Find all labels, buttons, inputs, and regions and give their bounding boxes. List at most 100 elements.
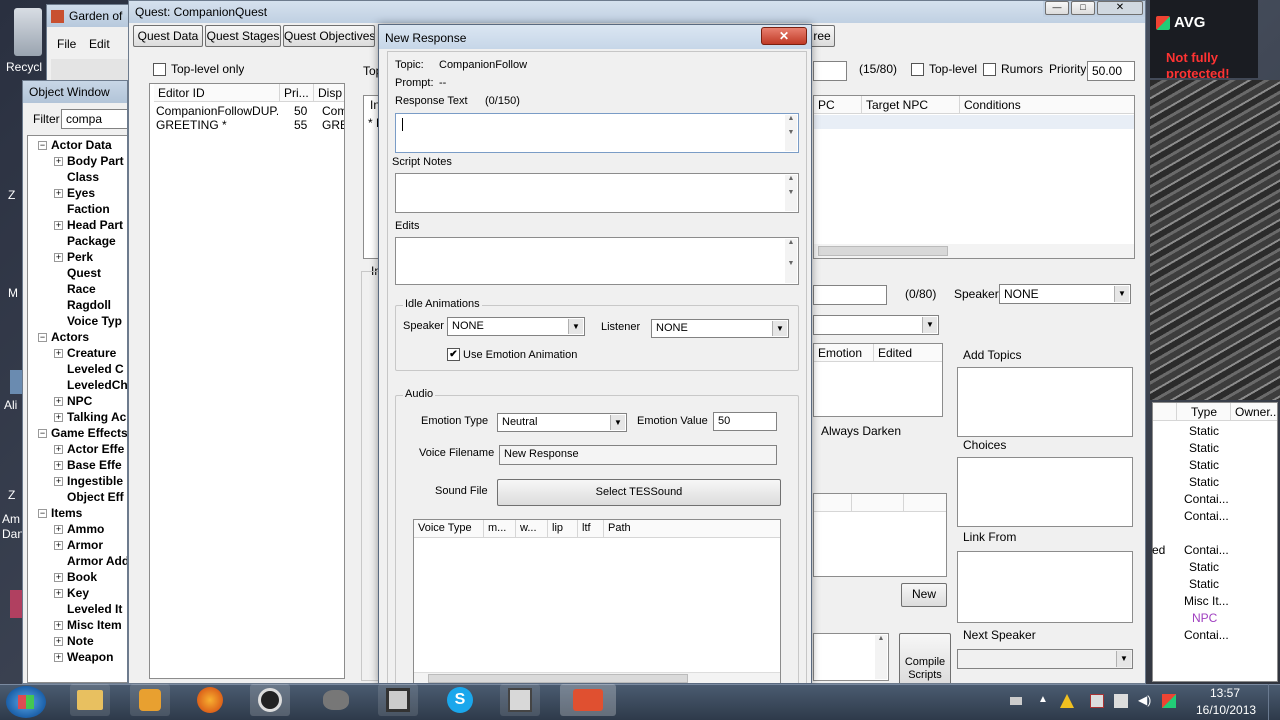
rumors-checkbox[interactable] [983, 63, 996, 76]
tab-topics[interactable]: ree [809, 25, 835, 47]
column-header[interactable]: Editor ID [154, 84, 280, 102]
collapse-icon[interactable]: − [38, 429, 47, 439]
response-text-field-fragment[interactable] [813, 285, 887, 305]
clock-time[interactable]: 13:57 [1210, 686, 1240, 700]
tree-item[interactable]: − Actor Data [38, 138, 112, 154]
close-button[interactable]: ✕ [761, 27, 807, 45]
compile-scripts-button[interactable]: Compile Scripts [899, 633, 951, 683]
column-header[interactable]: ltf [578, 520, 604, 538]
tree-item[interactable]: + Note [54, 634, 94, 650]
filter-input[interactable]: compa [61, 109, 127, 129]
use-emotion-animation-checkbox[interactable]: ✔ [447, 348, 460, 361]
edits-input[interactable]: ▲ ▼ [395, 237, 799, 285]
column-header[interactable]: Emotion [814, 344, 874, 362]
maximize-button[interactable]: □ [1071, 1, 1095, 15]
object-tree[interactable]: − Actor Data + Body Part Class + Eyes Faction + H… [27, 135, 127, 683]
recycle-bin-icon[interactable] [14, 8, 42, 56]
tree-item[interactable]: + Ingestible [54, 474, 123, 490]
tree-item[interactable]: + NPC [54, 394, 92, 410]
tree-item[interactable]: Quest [54, 266, 101, 282]
column-header[interactable]: Target NPC [862, 96, 960, 114]
expand-icon[interactable]: + [54, 413, 63, 423]
tree-item[interactable]: − Actors [38, 330, 89, 346]
tree-item[interactable]: Voice Typ [54, 314, 122, 330]
voice-type-list[interactable]: Voice Type m... w... lip ltf Path [413, 519, 781, 683]
toolbox-icon[interactable] [560, 684, 616, 716]
expand-icon[interactable]: + [54, 589, 63, 599]
column-header[interactable]: Type [1177, 403, 1231, 421]
firefox-icon[interactable] [190, 684, 230, 716]
column-header[interactable]: m... [484, 520, 516, 538]
emotion-value-input[interactable]: 50 [713, 412, 777, 431]
column-header[interactable]: w... [516, 520, 548, 538]
media-player-icon[interactable] [130, 684, 170, 716]
script-box[interactable]: ▲ [813, 633, 889, 681]
column-header[interactable]: lip [548, 520, 578, 538]
object-window[interactable]: Object Window Filter compa − Actor Data + B… [22, 80, 128, 684]
tree-item[interactable]: + Misc Item [54, 618, 122, 634]
tree-item[interactable]: − Game Effects [38, 426, 127, 442]
expand-icon[interactable]: + [54, 525, 63, 535]
collapse-icon[interactable]: − [38, 333, 47, 343]
tree-item[interactable]: + Base Effe [54, 458, 122, 474]
script-notes-input[interactable]: ▲ ▼ [395, 173, 799, 213]
tree-item[interactable]: + Eyes [54, 186, 95, 202]
topic-id[interactable]: GREETING * [156, 118, 227, 132]
select-tessound-button[interactable]: Select TESSound [497, 479, 781, 506]
tree-item[interactable]: Faction [54, 202, 110, 218]
menu-file[interactable]: File [57, 37, 76, 51]
topic-text-field[interactable] [813, 61, 847, 81]
clock-date[interactable]: 16/10/2013 [1196, 703, 1256, 717]
horizontal-scrollbar[interactable] [814, 244, 1134, 258]
link-from-list[interactable] [957, 551, 1133, 623]
speaker-select[interactable]: NONE ▼ [447, 317, 585, 336]
utility-icon[interactable] [500, 684, 540, 716]
start-button[interactable] [6, 686, 46, 718]
tab-quest-data[interactable]: Quest Data [133, 25, 203, 47]
speaker-select[interactable]: NONE ▼ [999, 284, 1131, 304]
next-speaker-select[interactable]: ▼ [957, 649, 1133, 669]
expand-icon[interactable]: + [54, 461, 63, 471]
scrollbar-thumb[interactable] [428, 674, 688, 683]
tree-item[interactable]: Class [54, 170, 99, 186]
expand-icon[interactable]: + [54, 349, 63, 359]
column-header[interactable]: Owner... [1231, 403, 1277, 421]
column-header[interactable]: Edited [874, 344, 942, 362]
avg-notification[interactable]: AVG Not fully protected! [1150, 0, 1258, 78]
tree-item[interactable]: + Perk [54, 250, 93, 266]
scrollbar[interactable]: ▲ ▼ [785, 175, 797, 211]
expand-icon[interactable]: + [54, 621, 63, 631]
film-icon[interactable] [378, 684, 418, 716]
emotion-list[interactable]: Emotion Edited [813, 343, 943, 417]
file-explorer-icon[interactable] [70, 684, 110, 716]
tree-item[interactable]: Leveled C [54, 362, 124, 378]
tree-item[interactable]: Ragdoll [54, 298, 111, 314]
selected-row[interactable] [814, 115, 1134, 129]
show-desktop-button[interactable] [1268, 684, 1280, 720]
column-header[interactable]: Conditions [960, 96, 1134, 114]
add-topics-list[interactable] [957, 367, 1133, 437]
priority-input[interactable]: 50.00 [1087, 61, 1135, 81]
expand-icon[interactable]: + [54, 189, 63, 199]
expand-icon[interactable]: + [54, 157, 63, 167]
expand-icon[interactable]: + [54, 397, 63, 407]
tree-item[interactable]: + Armor [54, 538, 103, 554]
collapse-icon[interactable]: − [38, 509, 47, 519]
column-header[interactable]: Pri... [280, 84, 314, 102]
tree-item[interactable]: + Head Part [54, 218, 123, 234]
response-text-input[interactable]: ▲ ▼ [395, 113, 799, 153]
menu-edit[interactable]: Edit [89, 37, 110, 51]
close-button[interactable]: ✕ [1097, 1, 1143, 15]
keyboard-icon[interactable] [1010, 697, 1022, 705]
tree-item[interactable]: LeveledCh [54, 378, 127, 394]
tree-item[interactable]: + Ammo [54, 522, 104, 538]
tree-item[interactable]: Package [54, 234, 116, 250]
scrollbar[interactable]: ▲ ▼ [785, 115, 797, 151]
column-header[interactable]: Path [604, 520, 780, 538]
column-header[interactable]: PC [814, 96, 862, 114]
topic-id[interactable]: CompanionFollowDUP... [156, 104, 278, 118]
minimize-button[interactable]: — [1045, 1, 1069, 15]
tree-item[interactable]: Object Eff [54, 490, 124, 506]
column-header[interactable]: Voice Type [414, 520, 484, 538]
expand-icon[interactable]: + [54, 221, 63, 231]
